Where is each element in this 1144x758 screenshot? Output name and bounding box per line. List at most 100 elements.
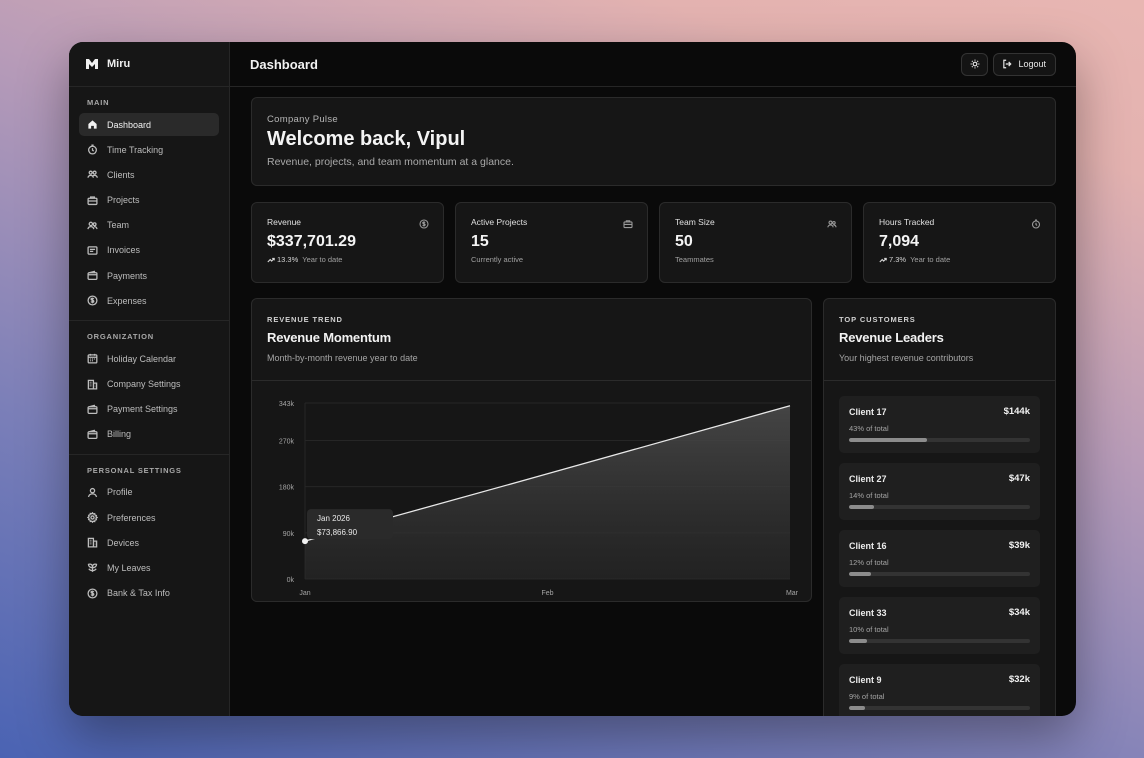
sidebar-item-bank-and-tax-info[interactable]: Bank & Tax Info	[79, 582, 219, 605]
sidebar-item-label: My Leaves	[107, 562, 151, 573]
customer-name: Client 17	[849, 406, 887, 417]
sidebar-item-time-tracking[interactable]: Time Tracking	[79, 138, 219, 161]
sidebar-item-company-settings[interactable]: Company Settings	[79, 373, 219, 396]
customer-amount: $144k	[1003, 406, 1030, 417]
customer-item[interactable]: Client 16 $39k 12% of total	[839, 530, 1040, 587]
logout-button[interactable]: Logout	[993, 52, 1056, 76]
stat-subtext: 7.3% Year to date	[879, 255, 1040, 264]
sidebar-item-billing[interactable]: Billing	[79, 423, 219, 446]
stat-value: 50	[675, 233, 693, 250]
sidebar-item-label: Devices	[107, 537, 140, 548]
customer-amount: $32k	[1008, 674, 1030, 685]
x-tick-label: Jan	[299, 590, 310, 597]
customer-share-bar	[849, 505, 1030, 509]
sidebar-item-holiday-calendar[interactable]: Holiday Calendar	[79, 347, 219, 370]
sidebar-item-label: Clients	[107, 169, 135, 180]
stat-subtext: 13.3% Year to date	[267, 255, 428, 264]
sidebar-item-clients[interactable]: Clients	[79, 163, 219, 186]
bottom-row: REVENUE TREND Revenue Momentum Month-by-…	[251, 298, 1056, 716]
sidebar-item-label: Company Settings	[107, 379, 181, 389]
customer-share-bar	[849, 639, 1030, 643]
trend-up-icon	[879, 257, 887, 262]
sidebar-item-label: Payments	[107, 270, 148, 281]
customer-row: Client 16 $39k	[849, 540, 1030, 551]
nav-section-personal-settings: PERSONAL SETTINGS Profile Preferences Devic…	[69, 453, 229, 605]
customer-list: Client 17 $144k 43% of total Client 27 $47k 1…	[824, 381, 1055, 716]
stat-label: Team Size	[675, 217, 715, 227]
customer-share: 12% of total	[849, 558, 889, 567]
customer-share-fill	[849, 505, 875, 509]
welcome-eyebrow: Company Pulse	[267, 114, 338, 125]
top-customers-title: Revenue Leaders	[839, 330, 944, 345]
sidebar-item-devices[interactable]: Devices	[79, 531, 219, 554]
customer-row: Client 27 $47k	[849, 473, 1030, 484]
customer-row: Client 9 $32k	[849, 674, 1030, 685]
stat-label: Hours Tracked	[879, 217, 935, 227]
customer-amount: $39k	[1008, 540, 1030, 551]
top-actions: Logout	[961, 52, 1056, 76]
revenue-chart[interactable]: 0k 90k 180k 270k 343k Jan Feb Mar Jan 2026 $73,86…	[252, 381, 811, 601]
briefcase-icon	[623, 220, 633, 229]
timer-icon	[88, 144, 97, 155]
sidebar-item-label: Invoices	[107, 245, 141, 256]
customer-name: Client 9	[849, 674, 882, 685]
top-customers-header: TOP CUSTOMERS Revenue Leaders Your highe…	[824, 299, 1055, 381]
sidebar-item-expenses[interactable]: Expenses	[79, 289, 219, 312]
sidebar-item-label: Dashboard	[107, 119, 152, 130]
wallet-icon	[87, 270, 98, 281]
y-tick-label: 90k	[283, 531, 295, 538]
y-tick-label: 270k	[279, 438, 295, 445]
sidebar-item-team[interactable]: Team	[79, 214, 219, 237]
tooltip-value: $73,866.90	[317, 528, 358, 537]
customer-item[interactable]: Client 27 $47k 14% of total	[839, 463, 1040, 520]
brand[interactable]: Miru	[69, 42, 229, 87]
sidebar-item-label: Profile	[107, 487, 133, 498]
sidebar-item-label: Projects	[107, 195, 140, 206]
page-title: Dashboard	[250, 56, 318, 72]
logout-label: Logout	[1018, 59, 1046, 69]
revenue-trend-header: REVENUE TREND Revenue Momentum Month-by-…	[252, 299, 811, 381]
stat-trend-value: 13.3%	[277, 255, 299, 264]
customer-item[interactable]: Client 33 $34k 10% of total	[839, 597, 1040, 654]
miru-logo-icon	[86, 59, 98, 69]
customer-row: Client 33 $34k	[849, 607, 1030, 618]
sidebar-item-preferences[interactable]: Preferences	[79, 506, 219, 529]
sidebar-item-label: Preferences	[107, 512, 156, 523]
invoice-icon	[87, 246, 98, 255]
revenue-trend-card: REVENUE TREND Revenue Momentum Month-by-…	[251, 298, 812, 602]
sidebar: Miru MAIN Dashboard Time Tracking Clients Pr…	[69, 42, 230, 716]
logout-icon	[1003, 59, 1013, 69]
customer-share: 9% of total	[849, 692, 885, 701]
customer-share-fill	[849, 572, 871, 576]
sidebar-item-payment-settings[interactable]: Payment Settings	[79, 398, 219, 421]
stats-row: Revenue $337,701.29 13.3% Year to date Activ…	[251, 202, 1056, 283]
clients-icon	[87, 170, 98, 179]
stat-note: Teammates	[675, 255, 714, 264]
stat-trend-value: 7.3%	[889, 255, 907, 264]
stat-trend: 13.3%	[267, 255, 298, 264]
customer-item[interactable]: Client 9 $32k 9% of total	[839, 664, 1040, 716]
customer-share: 14% of total	[849, 491, 889, 500]
customer-share-fill	[849, 438, 927, 442]
sidebar-item-payments[interactable]: Payments	[79, 264, 219, 287]
calendar-icon	[87, 354, 98, 364]
sidebar-item-label: Team	[107, 220, 130, 231]
customer-item[interactable]: Client 17 $144k 43% of total	[839, 396, 1040, 453]
revenue-chart-svg: 0k 90k 180k 270k 343k Jan Feb Mar Jan 2026 $73,86…	[279, 401, 799, 597]
app-window: Miru MAIN Dashboard Time Tracking Clients Pr…	[69, 42, 1076, 716]
welcome-title: Welcome back, Vipul	[267, 128, 466, 150]
nav-section-main: MAIN Dashboard Time Tracking Clients Project…	[69, 87, 229, 312]
sidebar-item-projects[interactable]: Projects	[79, 189, 219, 212]
theme-toggle-button[interactable]	[961, 52, 989, 76]
briefcase-icon	[87, 195, 98, 205]
y-tick-label: 0k	[287, 577, 295, 584]
customer-share-bar	[849, 706, 1030, 710]
wallet-icon	[87, 429, 98, 439]
top-customers-eyebrow: TOP CUSTOMERS	[839, 315, 916, 324]
sidebar-item-profile[interactable]: Profile	[79, 481, 219, 504]
sidebar-item-my-leaves[interactable]: My Leaves	[79, 556, 219, 579]
sidebar-item-invoices[interactable]: Invoices	[79, 239, 219, 262]
sidebar-item-dashboard[interactable]: Dashboard	[79, 113, 219, 136]
stat-label: Active Projects	[471, 217, 528, 227]
tooltip-label: Jan 2026	[317, 514, 350, 523]
